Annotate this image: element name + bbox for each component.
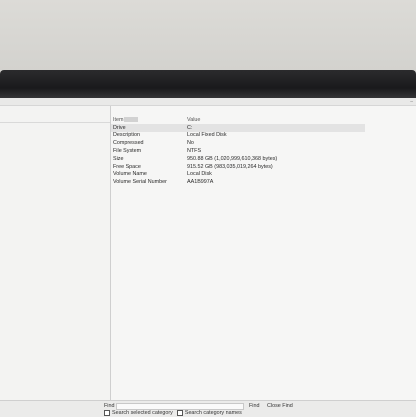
properties-table: Item Value Drive C: Description Local Fi…: [111, 116, 365, 186]
row-value: Local Fixed Disk: [187, 132, 227, 139]
table-row[interactable]: Size 950.88 GB (1,020,999,610,368 bytes): [111, 155, 365, 163]
row-value: C:: [185, 123, 365, 132]
row-item: Volume Serial Number: [113, 179, 167, 186]
row-item: Volume Name: [113, 171, 147, 178]
search-selected-category-label: Search selected category: [112, 410, 173, 416]
checkbox-icon[interactable]: [176, 410, 183, 416]
find-input[interactable]: [116, 403, 244, 410]
row-value: 950.88 GB (1,020,999,610,368 bytes): [187, 155, 278, 162]
find-bar: Find Find Close Find Search selected cat…: [0, 400, 416, 417]
row-value: Local Disk: [187, 171, 212, 178]
table-row[interactable]: Description Local Fixed Disk: [111, 132, 365, 140]
table-row[interactable]: Free Space 915.52 GB (983,035,019,264 by…: [111, 163, 365, 171]
row-item: Description: [113, 132, 140, 139]
table-row[interactable]: Volume Serial Number AA1B997A: [111, 178, 365, 186]
search-selected-category-option[interactable]: Search selected category: [104, 410, 173, 416]
table-header-row: Item Value: [111, 116, 365, 124]
row-value: No: [187, 140, 194, 147]
row-value: AA1B997A: [187, 179, 214, 186]
row-item: Size: [113, 155, 124, 162]
details-pane[interactable]: Item Value Drive C: Description Local Fi…: [111, 106, 416, 400]
close-find-button[interactable]: Close Find: [267, 403, 293, 409]
table-row[interactable]: File System NTFS: [111, 147, 365, 155]
window-control-icon[interactable]: –: [410, 99, 413, 105]
find-options: Search selected category Search category…: [104, 410, 246, 416]
table-row[interactable]: Volume Name Local Disk: [111, 171, 365, 179]
monitor-bezel: [0, 70, 416, 100]
row-value: 915.52 GB (983,035,019,264 bytes): [187, 163, 273, 170]
screen: – Item Value Drive C: Description Local …: [0, 98, 416, 417]
tree-divider: [0, 122, 110, 123]
row-item: Compressed: [113, 140, 144, 147]
search-category-names-label: Search category names: [184, 410, 242, 416]
column-header-item[interactable]: Item: [111, 116, 185, 124]
search-category-names-option[interactable]: Search category names: [176, 410, 242, 416]
window-title-bar: –: [0, 98, 416, 106]
row-value: NTFS: [187, 148, 202, 155]
find-button[interactable]: Find: [249, 403, 260, 409]
find-label: Find: [104, 403, 115, 409]
table-row[interactable]: Compressed No: [111, 139, 365, 147]
column-header-value[interactable]: Value: [185, 116, 365, 124]
checkbox-icon[interactable]: [104, 410, 110, 416]
row-item: Free Space: [113, 163, 141, 170]
category-tree-pane[interactable]: [0, 106, 111, 400]
table-row[interactable]: Drive C:: [111, 123, 365, 132]
row-item: Drive: [111, 123, 185, 132]
wall-background: [0, 0, 416, 72]
row-item: File System: [113, 148, 142, 155]
